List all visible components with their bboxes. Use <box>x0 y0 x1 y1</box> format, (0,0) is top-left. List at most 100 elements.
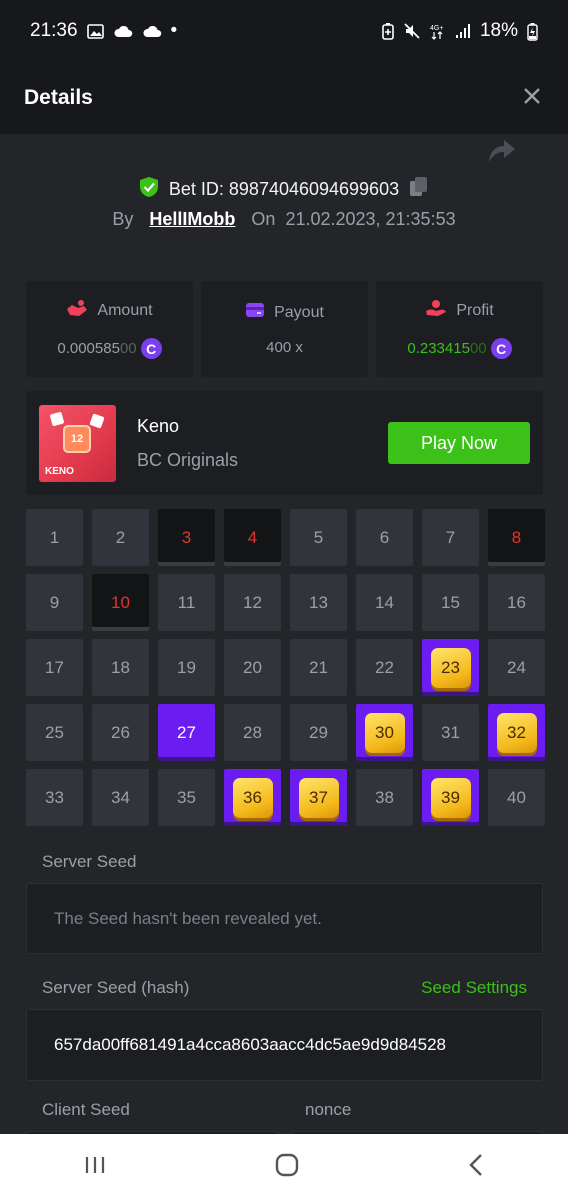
server-seed-box: The Seed hasn't been revealed yet. <box>26 883 543 954</box>
android-nav-bar <box>0 1134 568 1200</box>
battery-percent: 18% <box>479 20 518 41</box>
recent-apps-icon <box>86 1156 105 1173</box>
game-card: 12 KENO Keno BC Originals Play Now <box>26 391 543 495</box>
keno-cell[interactable]: 30 <box>356 704 413 761</box>
keno-thumbnail[interactable]: 12 KENO <box>39 405 116 482</box>
keno-cell[interactable]: 17 <box>26 639 83 696</box>
keno-cell[interactable]: 10 <box>92 574 149 631</box>
cloud-icon-2 <box>142 25 162 38</box>
play-now-button[interactable]: Play Now <box>388 422 530 464</box>
keno-cell[interactable]: 38 <box>356 769 413 826</box>
username-link[interactable]: HellIMobb <box>149 209 235 230</box>
keno-cell[interactable]: 22 <box>356 639 413 696</box>
keno-cell[interactable]: 25 <box>26 704 83 761</box>
recent-apps-button[interactable] <box>84 1155 106 1180</box>
page-title: Details <box>24 86 93 109</box>
keno-cell[interactable]: 9 <box>26 574 83 631</box>
keno-cell[interactable]: 4 <box>224 509 281 566</box>
keno-cell[interactable]: 24 <box>488 639 545 696</box>
keno-cell[interactable]: 2 <box>92 509 149 566</box>
keno-cell[interactable]: 21 <box>290 639 347 696</box>
bet-datetime: 21.02.2023, 21:35:53 <box>285 209 456 229</box>
keno-cell[interactable]: 36 <box>224 769 281 826</box>
currency-coin-icon: C <box>490 338 512 359</box>
server-seed-value: The Seed hasn't been revealed yet. <box>54 908 322 928</box>
back-button[interactable] <box>468 1153 484 1182</box>
keno-cell[interactable]: 19 <box>158 639 215 696</box>
amount-value-trailing: 00 <box>119 340 137 357</box>
bet-byline: By HellIMobb On 21.02.2023, 21:35:53 <box>0 209 568 230</box>
keno-cell[interactable]: 40 <box>488 769 545 826</box>
keno-cell[interactable]: 11 <box>158 574 215 631</box>
keno-cell[interactable]: 20 <box>224 639 281 696</box>
amount-label: Amount <box>97 301 153 319</box>
server-seed-hash-value: 657da00ff681491a4cca8603aacc4dc5ae9d9d84… <box>54 1035 447 1054</box>
cloud-icon <box>113 25 133 38</box>
keno-cell[interactable]: 27 <box>158 704 215 761</box>
keno-cell[interactable]: 14 <box>356 574 413 631</box>
keno-cell[interactable]: 6 <box>356 509 413 566</box>
status-dot: • <box>170 20 178 41</box>
profit-value-trailing: 00 <box>469 340 487 357</box>
keno-cell[interactable]: 28 <box>224 704 281 761</box>
battery-saver-icon <box>382 22 394 40</box>
amount-value: 0.000585 <box>57 340 120 357</box>
home-icon <box>275 1153 299 1176</box>
keno-cell[interactable]: 26 <box>92 704 149 761</box>
keno-cell[interactable]: 16 <box>488 574 545 631</box>
game-name: Keno <box>137 416 180 436</box>
status-time: 21:36 <box>30 20 78 41</box>
keno-cell[interactable]: 32 <box>488 704 545 761</box>
amount-stat: Amount 0.00058500 C <box>26 281 193 377</box>
close-icon <box>523 87 541 110</box>
gem-icon: 30 <box>364 712 405 753</box>
share-button[interactable] <box>488 138 516 169</box>
keno-cell[interactable]: 12 <box>224 574 281 631</box>
keno-cell[interactable]: 18 <box>92 639 149 696</box>
keno-cell[interactable]: 37 <box>290 769 347 826</box>
copy-button[interactable] <box>409 176 429 203</box>
share-icon <box>488 140 516 168</box>
keno-cell[interactable]: 15 <box>422 574 479 631</box>
keno-cell[interactable]: 8 <box>488 509 545 566</box>
amount-icon <box>66 299 88 322</box>
profit-stat: Profit 0.23341500 C <box>376 281 543 377</box>
keno-cell[interactable]: 13 <box>290 574 347 631</box>
gem-icon: 23 <box>430 647 471 688</box>
keno-cell[interactable]: 29 <box>290 704 347 761</box>
keno-cell[interactable]: 23 <box>422 639 479 696</box>
keno-cell[interactable]: 39 <box>422 769 479 826</box>
bet-id: Bet ID: 89874046094699603 <box>168 179 400 199</box>
back-icon <box>468 1153 482 1176</box>
home-button[interactable] <box>275 1153 299 1182</box>
bet-id-row: Bet ID: 89874046094699603 <box>0 176 568 203</box>
mute-icon <box>403 22 421 40</box>
keno-cell[interactable]: 33 <box>26 769 83 826</box>
keno-cell[interactable]: 31 <box>422 704 479 761</box>
payout-icon <box>245 302 265 323</box>
keno-cell[interactable]: 1 <box>26 509 83 566</box>
keno-cell[interactable]: 35 <box>158 769 215 826</box>
svg-text:4G+: 4G+ <box>430 25 443 32</box>
nonce-label: nonce <box>305 1100 352 1119</box>
client-seed-label: Client Seed <box>42 1100 130 1119</box>
thumbnail-label: KENO <box>45 466 74 477</box>
by-label: By <box>112 209 134 229</box>
currency-coin-icon: C <box>140 338 162 359</box>
seed-settings-link[interactable]: Seed Settings <box>421 978 527 998</box>
verified-shield-icon <box>139 176 159 203</box>
keno-cell[interactable]: 7 <box>422 509 479 566</box>
server-seed-hash-box[interactable]: 657da00ff681491a4cca8603aacc4dc5ae9d9d84… <box>26 1009 543 1081</box>
keno-cell[interactable]: 3 <box>158 509 215 566</box>
keno-cell[interactable]: 5 <box>290 509 347 566</box>
gem-icon: 32 <box>496 712 537 753</box>
on-label: On <box>251 209 276 229</box>
payout-label: Payout <box>274 303 324 321</box>
gem-icon: 37 <box>298 777 339 818</box>
gallery-icon <box>86 23 104 39</box>
profit-icon <box>425 299 447 322</box>
keno-cell[interactable]: 34 <box>92 769 149 826</box>
bet-details-content: Bet ID: 89874046094699603 By HellIMobb O… <box>0 134 568 1134</box>
copy-icon <box>409 177 429 202</box>
close-button[interactable] <box>520 86 544 110</box>
